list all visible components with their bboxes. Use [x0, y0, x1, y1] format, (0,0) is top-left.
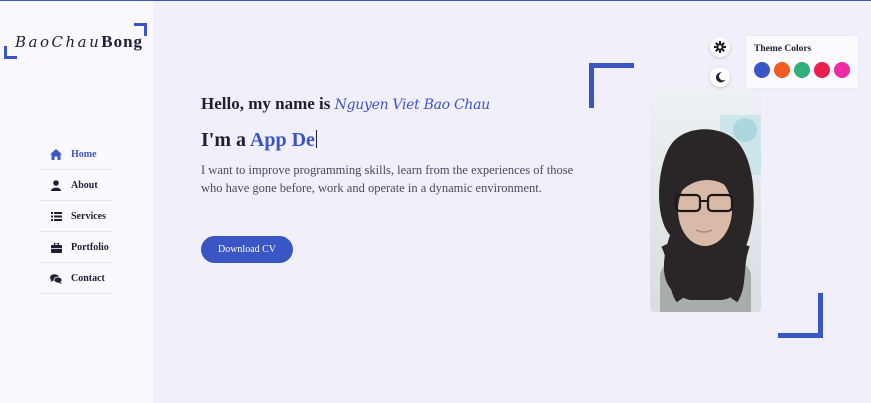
hero-greeting: Hello, my name is Nguyen Viet Bao Chau [201, 94, 490, 114]
logo-text: BaoChauBong [15, 32, 143, 52]
gear-icon [714, 41, 726, 53]
user-icon [49, 179, 63, 193]
photo-frame-top-left [589, 63, 634, 108]
photo-frame-bottom-right [778, 293, 823, 338]
theme-swatch-green[interactable] [794, 62, 810, 78]
dark-mode-toggle[interactable] [710, 67, 730, 87]
sidebar-item-home[interactable]: Home [40, 140, 112, 170]
logo-text-bold: Bong [101, 32, 144, 51]
sidebar-item-label: Contact [71, 273, 105, 284]
sidebar-nav: Home About Services Portfolio Contact [40, 140, 112, 295]
theme-colors-title: Theme Colors [754, 44, 812, 54]
typing-caret [315, 130, 318, 148]
theme-swatches [754, 62, 850, 78]
home-icon [49, 148, 63, 162]
greeting-text: Hello, my name is [201, 94, 335, 113]
role-typed-text: App De [249, 129, 315, 151]
list-icon [49, 210, 63, 224]
hero-role: I'm a App De [201, 129, 318, 152]
role-prefix: I'm a [201, 129, 250, 151]
sidebar-item-label: Services [71, 211, 106, 222]
theme-swatch-orange[interactable] [774, 62, 790, 78]
sidebar-item-label: Home [71, 149, 97, 160]
logo-text-script: BaoChau [15, 33, 102, 51]
theme-swatch-pink[interactable] [834, 62, 850, 78]
sidebar-item-portfolio[interactable]: Portfolio [40, 233, 112, 263]
sidebar: BaoChauBong Home About Services Portfoli… [0, 1, 153, 403]
theme-swatch-red[interactable] [814, 62, 830, 78]
moon-icon [715, 71, 726, 83]
sidebar-item-contact[interactable]: Contact [40, 264, 112, 294]
sidebar-item-label: About [71, 180, 98, 191]
theme-colors-panel: Theme Colors [746, 36, 858, 88]
briefcase-icon [49, 241, 63, 255]
download-cv-button[interactable]: Download CV [201, 236, 293, 263]
hero-description: I want to improve programming skills, le… [201, 163, 574, 195]
comments-icon [49, 272, 63, 286]
profile-photo [650, 85, 761, 312]
theme-swatch-blue[interactable] [754, 62, 770, 78]
sidebar-item-about[interactable]: About [40, 171, 112, 201]
logo[interactable]: BaoChauBong [4, 23, 150, 59]
sidebar-item-services[interactable]: Services [40, 202, 112, 232]
settings-button[interactable] [710, 37, 730, 57]
hero-name: Nguyen Viet Bao Chau [334, 97, 491, 113]
sidebar-item-label: Portfolio [71, 242, 109, 253]
